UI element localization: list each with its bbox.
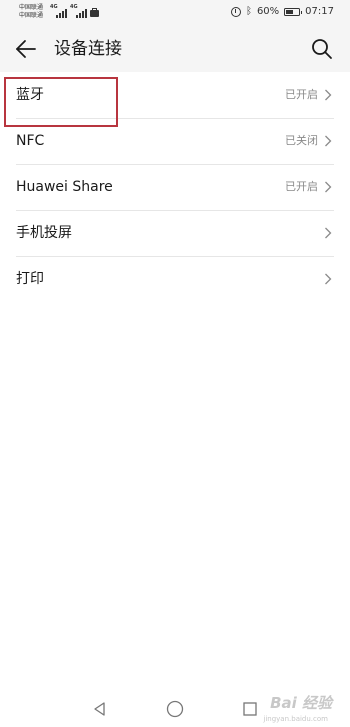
chevron-right-icon [325, 227, 332, 239]
back-button[interactable] [13, 36, 39, 62]
battery-fill [286, 9, 294, 14]
chevron-right-icon [325, 135, 332, 147]
row-label: 打印 [16, 271, 44, 287]
row-label: 蓝牙 [16, 87, 44, 103]
settings-row-huawei-share[interactable]: Huawei Share 已开启 [0, 164, 350, 210]
settings-row-print[interactable]: 打印 [0, 256, 350, 302]
watermark-logo: Bai 经验 [270, 694, 332, 712]
status-bar: 中国联通 中国联通 4G 4G ᛒ 60% 07:17 [0, 0, 350, 26]
carrier-2-label: 中国联通 [19, 12, 44, 19]
watermark-url: jingyan.baidu.com [263, 715, 328, 723]
carrier-info: 中国联通 中国联通 [19, 4, 43, 20]
alarm-icon [230, 6, 241, 17]
bluetooth-icon: ᛒ [245, 5, 252, 17]
settings-list: 蓝牙 已开启 NFC 已关闭 Huawei Share 已开启 手机投屏 打印 [0, 72, 350, 302]
chevron-right-icon [325, 89, 332, 101]
device-connection-screen: 中国联通 中国联通 4G 4G ᛒ 60% 07:17 设备连接 蓝牙 已开启 … [0, 0, 350, 727]
row-label: 手机投屏 [16, 225, 72, 241]
chevron-right-icon [325, 181, 332, 193]
battery-icon [284, 7, 303, 16]
search-button[interactable] [310, 37, 334, 61]
signal-2-icon [76, 9, 87, 18]
nav-back-triangle-icon[interactable] [92, 701, 108, 717]
signal-1-icon [56, 9, 67, 18]
settings-row-nfc[interactable]: NFC 已关闭 [0, 118, 350, 164]
settings-row-bluetooth[interactable]: 蓝牙 已开启 [0, 72, 350, 118]
row-status: 已关闭 [285, 134, 318, 147]
battery-percent: 60% [256, 6, 280, 17]
settings-row-screen-projection[interactable]: 手机投屏 [0, 210, 350, 256]
nav-recent-square-icon[interactable] [242, 701, 258, 717]
magnifier-icon [312, 39, 332, 59]
row-label: NFC [16, 133, 45, 149]
carrier-1-label: 中国联通 [19, 4, 44, 11]
title-bar: 设备连接 [0, 26, 350, 72]
work-profile-icon [90, 8, 99, 17]
page-title: 设备连接 [54, 39, 122, 59]
chevron-right-icon [325, 273, 332, 285]
status-time: 07:17 [305, 6, 334, 17]
status-right-group: ᛒ 60% 07:17 [230, 5, 334, 17]
navigation-bar: Bai 经验 jingyan.baidu.com [0, 691, 350, 727]
arrow-left-icon [16, 40, 36, 58]
row-status: 已开启 [285, 180, 318, 193]
row-status: 已开启 [285, 88, 318, 101]
nav-home-circle-icon[interactable] [166, 700, 184, 718]
row-label: Huawei Share [16, 179, 113, 195]
